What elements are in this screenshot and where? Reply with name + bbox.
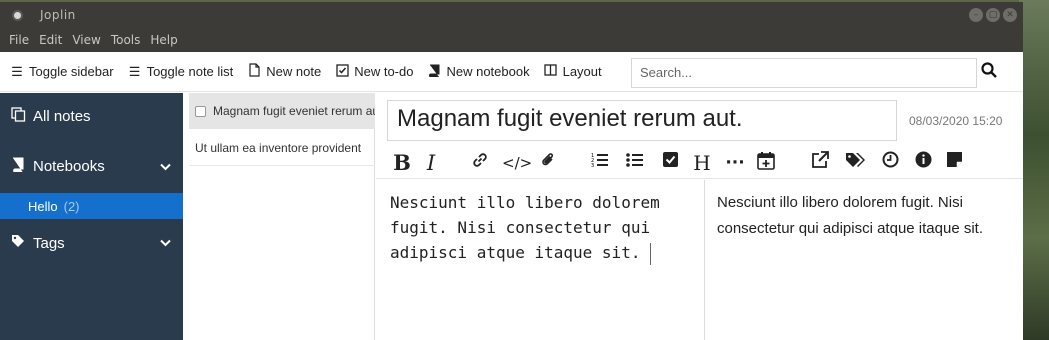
- chevron-down-icon[interactable]: [160, 236, 171, 250]
- clock-icon[interactable]: [878, 151, 902, 175]
- markdown-line: adipisci atque itaque sit.: [390, 243, 641, 262]
- paperclip-icon[interactable]: [536, 151, 560, 176]
- italic-icon[interactable]: I: [419, 151, 443, 175]
- sidebar-item-tags[interactable]: Tags: [0, 234, 183, 252]
- check-square-icon: [335, 63, 349, 80]
- bars-icon: ☰: [11, 63, 23, 79]
- sidebar: All notes Notebooks Hello (2) Tags: [0, 93, 183, 340]
- new-notebook-label: New notebook: [446, 64, 530, 79]
- app-window: Joplin – ▢ ✕ File Edit View Tools Help ☰…: [0, 2, 1023, 340]
- code-icon[interactable]: </>: [502, 151, 532, 175]
- book-icon: [427, 64, 441, 80]
- notebook-name: Hello: [28, 198, 58, 214]
- markdown-line: Nesciunt illo libero dolorem: [390, 193, 660, 212]
- chevron-down-icon[interactable]: [160, 160, 171, 174]
- list-item[interactable]: Ut ullam ea inventore provident: [189, 130, 375, 166]
- window-title: Joplin: [40, 8, 76, 22]
- sidebar-item-notebook-hello[interactable]: Hello (2): [0, 193, 183, 219]
- link-icon[interactable]: [468, 151, 492, 176]
- unordered-list-icon[interactable]: [623, 151, 647, 176]
- align-justify-icon: ☰: [128, 63, 141, 79]
- tags-label: Tags: [33, 234, 65, 252]
- window-controls: – ▢ ✕: [969, 8, 1017, 22]
- horizontal-rule-icon[interactable]: ···: [723, 151, 747, 175]
- menu-edit[interactable]: Edit: [39, 33, 62, 47]
- app-icon: [12, 9, 23, 21]
- note-title: Ut ullam ea inventore provident: [195, 140, 362, 155]
- file-icon: [247, 63, 261, 80]
- toggle-sidebar-label: Toggle sidebar: [29, 64, 114, 79]
- close-button[interactable]: ✕: [1003, 8, 1017, 22]
- columns-icon: [544, 64, 558, 79]
- menu-file[interactable]: File: [9, 33, 29, 47]
- external-link-icon[interactable]: [808, 151, 832, 176]
- new-notebook-button[interactable]: New notebook: [427, 64, 530, 80]
- layout-button[interactable]: Layout: [544, 64, 602, 79]
- search-icon[interactable]: [981, 62, 997, 82]
- note-title-input[interactable]: Magnam fugit eveniet rerum aut.: [387, 100, 897, 141]
- note-title: Magnam fugit eveniet rerum aut.: [213, 104, 375, 118]
- markdown-toolbar: B I </> 123 H ···: [376, 147, 1023, 179]
- main-toolbar: ☰ Toggle sidebar ☰ Toggle note list New …: [0, 52, 1023, 92]
- sticky-note-icon[interactable]: [942, 151, 966, 175]
- new-todo-button[interactable]: New to-do: [335, 63, 414, 80]
- layout-label: Layout: [562, 64, 602, 79]
- tags-icon: [11, 234, 29, 252]
- search-input[interactable]: Search...: [631, 58, 977, 88]
- calendar-plus-icon[interactable]: [754, 151, 778, 177]
- note-date: 08/03/2020 15:20: [909, 114, 1003, 128]
- note-editor: Magnam fugit eveniet rerum aut. 08/03/20…: [376, 93, 1023, 340]
- minimize-button[interactable]: –: [969, 8, 983, 22]
- menu-bar: File Edit View Tools Help: [0, 28, 1023, 52]
- menu-view[interactable]: View: [72, 33, 100, 47]
- sidebar-item-all-notes[interactable]: All notes: [0, 107, 183, 126]
- new-note-label: New note: [266, 64, 322, 79]
- all-notes-label: All notes: [33, 108, 91, 125]
- toggle-note-list-label: Toggle note list: [146, 64, 234, 79]
- ordered-list-icon[interactable]: 123: [588, 151, 612, 176]
- svg-text:3: 3: [591, 163, 594, 169]
- markdown-viewer: Nesciunt illo libero dolorem fugit. Nisi…: [717, 194, 983, 237]
- markdown-editor[interactable]: Nesciunt illo libero dolorem fugit. Nisi…: [376, 180, 705, 340]
- new-note-button[interactable]: New note: [247, 63, 321, 80]
- maximize-button[interactable]: ▢: [986, 8, 1000, 22]
- toggle-sidebar-button[interactable]: ☰ Toggle sidebar: [10, 63, 114, 80]
- checkbox-icon[interactable]: [658, 151, 682, 175]
- notebook-count: (2): [63, 198, 80, 214]
- note-list: Magnam fugit eveniet rerum aut. Ut ullam…: [183, 93, 375, 340]
- list-item[interactable]: Magnam fugit eveniet rerum aut.: [189, 93, 375, 129]
- heading-icon[interactable]: H: [690, 151, 714, 175]
- markdown-line: fugit. Nisi consectetur qui: [390, 218, 651, 237]
- title-bar[interactable]: Joplin – ▢ ✕: [0, 2, 1023, 28]
- desktop-background: [1019, 0, 1049, 340]
- bold-icon[interactable]: B: [390, 151, 414, 175]
- notebooks-label: Notebooks: [33, 158, 105, 175]
- toggle-note-list-button[interactable]: ☰ Toggle note list: [128, 64, 234, 80]
- menu-tools[interactable]: Tools: [111, 33, 141, 47]
- todo-checkbox[interactable]: [195, 105, 206, 117]
- sidebar-item-notebooks[interactable]: Notebooks: [0, 157, 183, 176]
- menu-help[interactable]: Help: [150, 33, 177, 47]
- tags-icon[interactable]: [843, 151, 867, 175]
- info-icon[interactable]: [911, 151, 935, 175]
- copy-icon: [11, 107, 29, 126]
- text-cursor: [650, 242, 652, 265]
- book-icon: [11, 157, 29, 176]
- new-todo-label: New to-do: [354, 64, 414, 79]
